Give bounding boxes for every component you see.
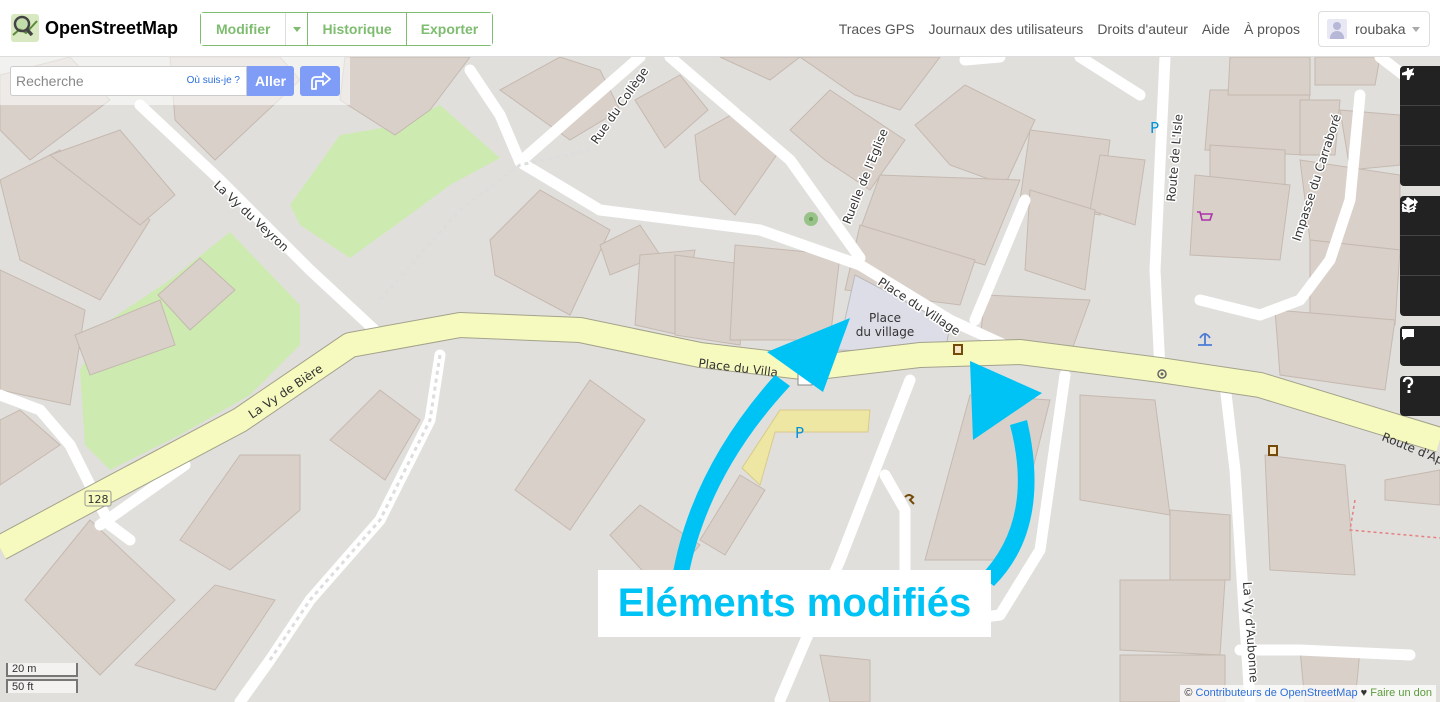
search-input[interactable] — [16, 73, 186, 89]
logo[interactable]: OpenStreetMap — [10, 13, 178, 43]
nav-copyright[interactable]: Droits d'auteur — [1097, 21, 1188, 37]
nav-about[interactable]: À propos — [1244, 21, 1300, 37]
add-note-button[interactable] — [1400, 326, 1440, 366]
contributors-link[interactable]: Contributeurs de OpenStreetMap — [1196, 687, 1358, 699]
nav-gps-traces[interactable]: Traces GPS — [839, 21, 915, 37]
scale-imperial: 50 ft — [6, 679, 78, 693]
username: roubaka — [1355, 21, 1406, 37]
chevron-down-icon — [292, 26, 301, 32]
help-button[interactable] — [1400, 376, 1440, 416]
export-button[interactable]: Exporter — [406, 13, 493, 45]
parking-icon: P — [1150, 119, 1159, 137]
history-button[interactable]: Historique — [308, 13, 407, 45]
osm-logo-icon — [11, 14, 39, 42]
note-controls — [1400, 326, 1440, 366]
nav-user-diaries[interactable]: Journaux des utilisateurs — [928, 21, 1083, 37]
parking-icon: P — [795, 424, 804, 442]
chevron-down-icon — [1411, 26, 1420, 32]
brand-name: OpenStreetMap — [45, 17, 179, 38]
avatar — [1327, 19, 1347, 39]
heart-icon: ♥ — [1360, 687, 1368, 699]
search-panel: Où suis-je ? Aller — [0, 57, 350, 105]
annotation-text: Eléments modifiés — [617, 581, 972, 625]
donate-link[interactable]: Faire un don — [1370, 687, 1432, 699]
edit-dropdown-button[interactable] — [286, 13, 309, 45]
help-icon — [1402, 376, 1414, 393]
note-icon — [1402, 329, 1414, 340]
route-shield: 128 — [84, 490, 112, 507]
zoom-controls — [1400, 66, 1440, 186]
copyright-symbol: © — [1184, 687, 1193, 699]
where-am-i-link[interactable]: Où suis-je ? — [187, 75, 240, 86]
scale-bar: 20 m 50 ft — [6, 663, 78, 693]
square-label: Place — [869, 311, 901, 325]
annotation-box: Eléments modifiés — [598, 570, 991, 637]
svg-text:128: 128 — [88, 493, 109, 506]
edit-button-group: Modifier Historique Exporter — [200, 12, 494, 46]
directions-button[interactable] — [300, 66, 340, 96]
nav-help[interactable]: Aide — [1202, 21, 1230, 37]
locate-icon — [1402, 68, 1414, 80]
top-navigation: Traces GPS Journaux des utilisateurs Dro… — [839, 21, 1300, 37]
search-go-button[interactable]: Aller — [247, 66, 294, 96]
edit-button[interactable]: Modifier — [201, 13, 287, 45]
user-menu[interactable]: roubaka — [1318, 11, 1430, 47]
attribution: © Contributeurs de OpenStreetMap ♥ Faire… — [1180, 685, 1436, 702]
help-controls — [1400, 376, 1440, 416]
map-info-button[interactable] — [1400, 197, 1440, 276]
search-box: Où suis-je ? — [10, 66, 247, 96]
square-label: du village — [856, 325, 915, 339]
directions-icon — [311, 72, 331, 90]
panel-controls — [1400, 196, 1440, 316]
locate-button[interactable] — [1400, 68, 1440, 186]
header: OpenStreetMap Modifier Historique Export… — [0, 0, 1440, 57]
share-icon — [1402, 198, 1418, 212]
zoom-out-button[interactable] — [1400, 72, 1440, 146]
scale-metric: 20 m — [6, 663, 78, 677]
share-button[interactable] — [1400, 198, 1440, 316]
